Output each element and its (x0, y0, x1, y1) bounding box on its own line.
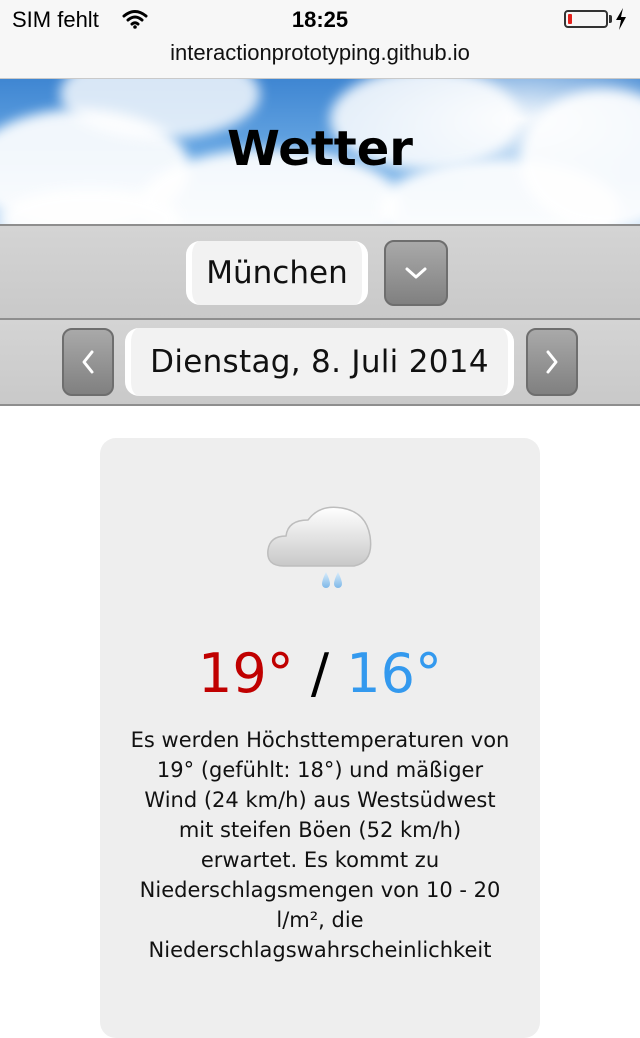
city-bar: München (0, 224, 640, 319)
chevron-left-icon (82, 350, 94, 374)
city-field[interactable]: München (186, 241, 368, 305)
next-day-button[interactable] (526, 328, 578, 396)
forecast-card: 19° / 16° Es werden Höchsttemperaturen v… (100, 438, 540, 1038)
forecast-description: Es werden Höchsttemperaturen von 19° (ge… (130, 728, 510, 962)
battery-level (568, 14, 572, 24)
temperature-separator: / (310, 642, 330, 705)
url-text: interactionprototyping.github.io (170, 40, 470, 65)
temperature-high: 19° (198, 642, 294, 705)
cloud-rain-icon (267, 506, 372, 588)
city-dropdown-button[interactable] (384, 240, 448, 306)
previous-day-button[interactable] (62, 328, 114, 396)
url-bar[interactable]: interactionprototyping.github.io (0, 40, 640, 79)
temperature-low: 16° (346, 642, 442, 705)
chevron-down-icon (405, 267, 427, 279)
header-banner: Wetter (0, 79, 640, 225)
temperature-range: 19° / 16° (100, 642, 540, 706)
page-title: Wetter (227, 121, 413, 177)
battery-icon (564, 10, 608, 28)
status-bar: SIM fehlt 18:25 (0, 0, 640, 40)
battery-tip (609, 15, 612, 23)
date-field[interactable]: Dienstag, 8. Juli 2014 (125, 328, 514, 396)
charging-bolt-icon (616, 8, 626, 30)
date-bar: Dienstag, 8. Juli 2014 (0, 318, 640, 406)
clock: 18:25 (291, 7, 349, 32)
chevron-right-icon (546, 350, 558, 374)
